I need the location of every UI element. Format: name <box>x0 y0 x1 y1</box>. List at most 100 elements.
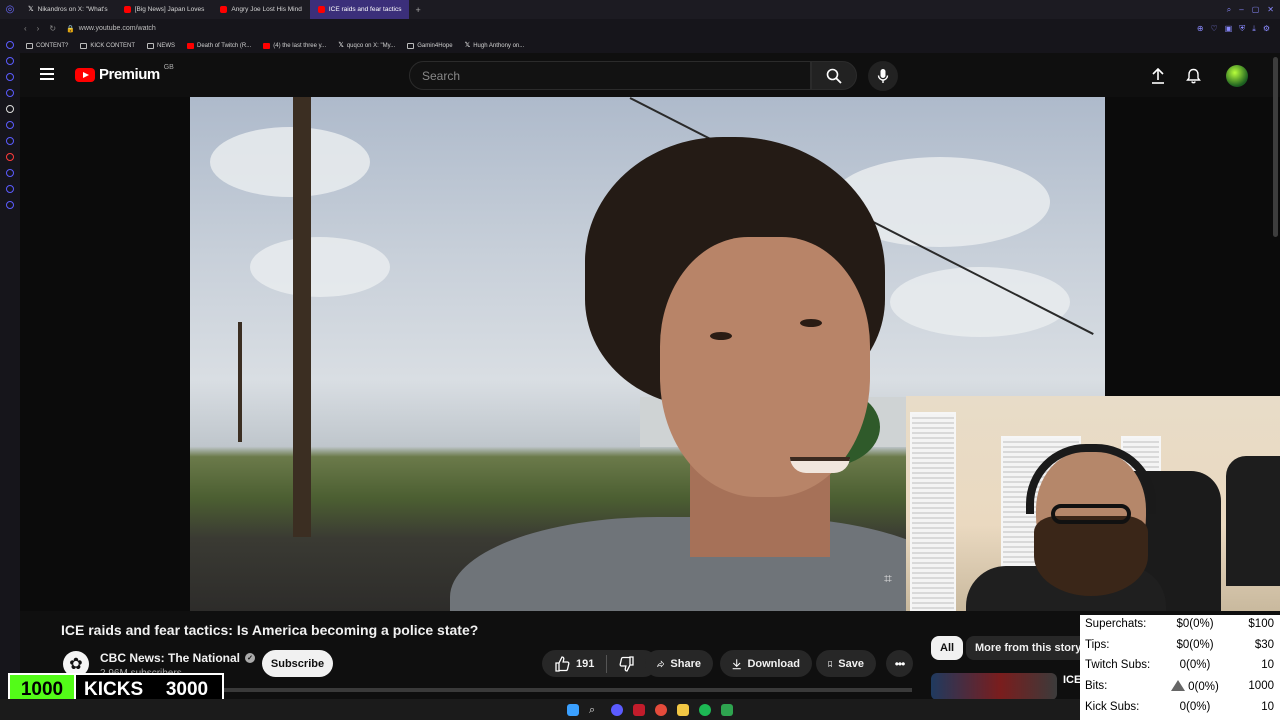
stat-label: Kick Subs: <box>1085 701 1140 713</box>
bookmark-item[interactable]: 𝕏 Hugh Anthony on... <box>465 42 525 49</box>
miniplayer-icon[interactable]: ⌗ <box>884 570 892 587</box>
app-icon[interactable] <box>721 703 733 716</box>
search-icon[interactable]: ⌕ <box>589 704 601 716</box>
like-dislike-group: 191 <box>542 650 657 677</box>
page-scrollbar[interactable] <box>1273 57 1278 237</box>
logo-text: Premium <box>99 66 160 83</box>
forward-icon[interactable]: › <box>37 24 40 33</box>
next-video-title[interactable]: ICE <box>1063 674 1081 686</box>
browser-sidebar <box>0 19 20 699</box>
voice-search-button[interactable] <box>868 61 898 91</box>
bookmark-label: NEWS <box>157 42 176 49</box>
tab-1[interactable]: 𝕏 Nikandros on X: "What's <box>20 0 116 19</box>
folder-icon[interactable] <box>677 703 689 716</box>
shield-icon[interactable]: ⛨ <box>1239 24 1245 34</box>
bookmark-item[interactable]: CONTENT? <box>26 42 68 49</box>
sidebar-app-icon[interactable] <box>6 153 14 161</box>
app-icon[interactable] <box>633 703 645 716</box>
start-icon[interactable] <box>567 703 579 716</box>
tab-2[interactable]: [Big News] Japan Loves <box>116 0 213 19</box>
address-field[interactable]: 🔒 www.youtube.com/watch <box>66 25 156 33</box>
bookmark-item[interactable]: Death of Twitch (R... <box>187 42 251 49</box>
stat-goal: 1000 <box>1248 680 1274 692</box>
youtube-icon <box>263 42 271 49</box>
tab-label: Angry Joe Lost His Mind <box>231 6 302 13</box>
youtube-play-icon <box>75 67 95 82</box>
person-eye <box>710 332 732 340</box>
menu-icon[interactable] <box>40 68 54 80</box>
chip-all[interactable]: All <box>931 636 964 660</box>
video-cloud <box>210 127 370 197</box>
app-icon[interactable] <box>655 703 667 716</box>
hanging-coat <box>1226 456 1280 586</box>
sidebar-app-icon[interactable] <box>6 169 14 177</box>
avatar[interactable] <box>1226 65 1248 87</box>
sidebar-app-icon[interactable] <box>6 185 14 193</box>
tab-label: [Big News] Japan Loves <box>134 6 205 13</box>
like-count[interactable]: 191 <box>576 658 594 670</box>
bookmark-item[interactable]: NEWS <box>147 42 176 49</box>
save-button[interactable]: Save <box>816 650 876 677</box>
extension-icon[interactable]: ▣ <box>1225 24 1233 34</box>
sidebar-app-icon[interactable] <box>6 105 14 113</box>
window-blinds <box>910 412 956 611</box>
bookmark-icon[interactable]: ♡ <box>1211 24 1218 34</box>
stats-row-tips: Tips: $0(0%) $30 <box>1080 639 1280 659</box>
search-button[interactable] <box>811 61 857 90</box>
sidebar-app-icon[interactable] <box>6 121 14 129</box>
next-video-thumbnail[interactable] <box>931 673 1057 700</box>
sidebar-app-icon[interactable] <box>6 41 14 49</box>
bell-icon <box>1185 68 1201 84</box>
bookmark-item[interactable]: KICK CONTENT <box>80 42 135 49</box>
channel-name-row[interactable]: CBC News: The National ✓ <box>100 651 256 665</box>
share-label: Share <box>670 657 701 670</box>
tab-3[interactable]: Angry Joe Lost His Mind <box>212 0 309 19</box>
youtube-icon <box>220 6 228 13</box>
thumbs-up-icon[interactable] <box>554 655 570 672</box>
x-icon: 𝕏 <box>28 6 34 13</box>
notifications-button[interactable] <box>1183 66 1203 86</box>
bookmark-item[interactable]: (4) the last three y... <box>263 42 326 49</box>
upload-icon <box>1152 68 1164 84</box>
bookmark-label: Hugh Anthony on... <box>473 42 525 49</box>
utility-pole <box>293 97 311 537</box>
like-divider <box>606 654 608 673</box>
sidebar-app-icon[interactable] <box>6 137 14 145</box>
maximize-icon[interactable]: ▢ <box>1252 5 1260 15</box>
youtube-logo[interactable]: Premium GB <box>75 64 174 83</box>
sidebar-app-icon[interactable] <box>6 73 14 81</box>
close-icon[interactable]: ✕ <box>1267 5 1274 15</box>
bookmark-icon <box>828 660 833 667</box>
sidebar-app-icon[interactable] <box>6 57 14 65</box>
minimize-icon[interactable]: – <box>1239 5 1243 15</box>
browser-menu-icon[interactable]: ◎ <box>0 0 20 19</box>
download-icon[interactable]: ⤓ <box>1252 24 1256 34</box>
bookmark-item[interactable]: 𝕏quqco on X: "My... <box>338 42 395 49</box>
chip-more-from-story[interactable]: More from this story <box>966 636 1091 660</box>
bookmark-item[interactable]: Gamin4Hope <box>407 42 453 49</box>
progress-bar[interactable] <box>190 688 912 692</box>
tab-4-active[interactable]: ICE raids and fear tactics <box>309 0 410 19</box>
download-label: Download <box>747 657 800 670</box>
settings-icon[interactable]: ⚙ <box>1263 24 1270 34</box>
more-actions-button[interactable]: ••• <box>886 650 913 677</box>
reload-icon[interactable]: ↻ <box>49 24 56 33</box>
folder-icon <box>147 42 155 49</box>
zoom-icon[interactable]: ⊕ <box>1197 24 1204 34</box>
subscribe-button[interactable]: Subscribe <box>262 650 333 677</box>
search-tabs-icon[interactable]: ⌕ <box>1227 5 1231 15</box>
spotify-icon[interactable] <box>699 703 711 716</box>
thumbs-down-icon[interactable] <box>619 655 635 672</box>
stat-value: $0(0%) <box>1176 618 1214 630</box>
back-icon[interactable]: ‹ <box>24 24 27 33</box>
share-button[interactable]: Share <box>645 650 713 677</box>
search-input[interactable]: Search <box>409 61 811 90</box>
download-button[interactable]: Download <box>720 650 812 677</box>
sidebar-app-icon[interactable] <box>6 201 14 209</box>
new-tab-button[interactable]: + <box>409 5 426 15</box>
create-button[interactable] <box>1148 66 1168 86</box>
address-bar-row: ‹ › ↻ 🔒 www.youtube.com/watch ⊕ ♡ ▣ ⛨ ⤓ … <box>0 19 1280 38</box>
app-icon[interactable] <box>611 703 623 716</box>
sidebar-app-icon[interactable] <box>6 89 14 97</box>
folder-icon <box>26 42 33 49</box>
